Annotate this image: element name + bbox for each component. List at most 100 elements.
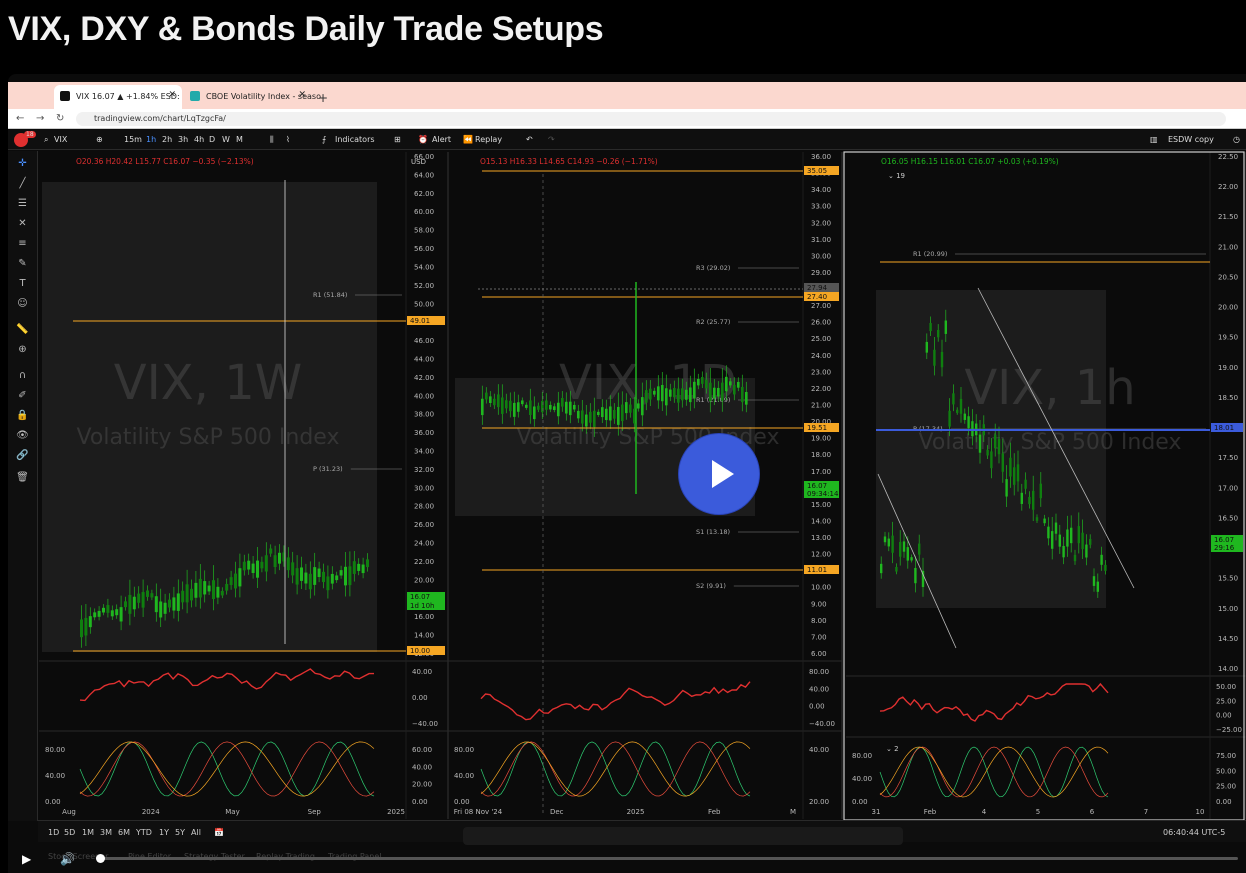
candle-body	[313, 567, 317, 585]
price-tick-label: 46.00	[414, 337, 434, 345]
progress-knob[interactable]	[96, 854, 105, 863]
range-1d[interactable]: 1D	[48, 828, 59, 837]
candle-body	[198, 578, 202, 598]
time-axis-label: 6	[1090, 808, 1095, 816]
candle-body	[918, 543, 921, 555]
oscillator-line	[79, 668, 374, 702]
price-tick-label: 30.00	[414, 484, 434, 492]
candle-body	[891, 535, 894, 553]
range-1m[interactable]: 1M	[82, 828, 94, 837]
progress-bar[interactable]	[98, 857, 1238, 860]
price-tick-label: 64.00	[414, 171, 434, 179]
candle-body	[1058, 534, 1061, 547]
stochastic-tick-label: 0.00	[454, 798, 470, 806]
candle-body	[352, 561, 356, 574]
candle-body	[645, 390, 648, 403]
price-tick-label: 7.00	[811, 633, 827, 641]
time-axis-label: Aug	[62, 808, 76, 816]
calendar-icon[interactable]: 📅	[214, 828, 224, 837]
oscillator-tick-label: 0.00	[809, 703, 825, 711]
candle-body	[929, 322, 932, 332]
time-axis-label: 2024	[142, 808, 160, 816]
price-tag-label: 10.00	[410, 647, 430, 655]
candle-body	[505, 400, 508, 409]
candle-body	[256, 560, 259, 578]
candle-body	[176, 593, 180, 611]
clock-readout[interactable]: 06:40:44 UTC-5	[1163, 828, 1225, 837]
price-tick-label: 20.50	[1218, 273, 1238, 281]
price-tag-label: 1d 10h	[410, 602, 434, 610]
time-axis-label: 10	[1196, 808, 1205, 816]
video-player[interactable]: VIX 16.07 ▲ +1.84% ESD: ✕ CBOE Volatilit…	[8, 74, 1246, 873]
range-1y[interactable]: 1Y	[159, 828, 169, 837]
play-button[interactable]	[679, 434, 759, 514]
price-tick-label: 24.00	[414, 540, 434, 548]
candle-body	[883, 536, 887, 543]
price-tag-label: 16.07	[410, 593, 430, 601]
price-tick-label: 15.00	[1218, 605, 1238, 613]
price-tick-label: 60.00	[414, 208, 434, 216]
candle-body	[971, 421, 974, 437]
time-axis-label: Dec	[550, 808, 564, 816]
range-5y[interactable]: 5Y	[175, 828, 185, 837]
charts-area[interactable]: VIX, 1W Volatility S&P 500 Index O20.36 H2…	[8, 74, 1246, 873]
candle-body	[581, 410, 584, 424]
candle-body	[339, 570, 343, 576]
stochastic-tick-label: 0.00	[852, 798, 868, 806]
range-ytd[interactable]: YTD	[136, 828, 152, 837]
range-all[interactable]: All	[191, 828, 201, 837]
ohlc-legend: O16.05 H16.15 L16.01 C16.07 +0.03 (+0.19…	[881, 157, 1059, 166]
candle-body	[163, 602, 167, 614]
price-tick-label: 24.00	[811, 352, 831, 360]
candle-body	[609, 406, 612, 421]
candle-body	[1089, 538, 1092, 545]
stochastic-tick-label: 80.00	[454, 746, 474, 754]
candle-body	[697, 378, 700, 386]
candle-body	[906, 547, 909, 561]
price-tick-label: 32.00	[811, 219, 831, 227]
candle-body	[497, 394, 500, 408]
price-tick-label: 34.00	[811, 186, 831, 194]
stochastic-tick-label: 40.00	[45, 772, 65, 780]
candle-body	[1054, 522, 1058, 534]
play-icon[interactable]: ▶	[22, 852, 36, 866]
price-tick-label: 18.00	[811, 451, 831, 459]
stochastic-tick-label: 20.00	[412, 781, 432, 789]
price-tick-label: 8.00	[811, 617, 827, 625]
candle-body	[1035, 517, 1039, 521]
price-tag-label: 18.01	[1214, 424, 1234, 432]
candle-body	[1001, 453, 1004, 472]
candle-body	[132, 596, 136, 610]
candle-body	[653, 390, 656, 395]
candle-body	[533, 406, 536, 420]
price-tag-label: 09:34:14	[807, 490, 839, 498]
price-tick-label: 26.00	[414, 521, 434, 529]
price-tick-label: 6.00	[811, 650, 827, 658]
candle-body	[260, 561, 264, 569]
candle-body	[264, 555, 268, 572]
volume-icon[interactable]: 🔊	[60, 852, 75, 866]
stochastic-tick-label: 20.00	[809, 798, 829, 806]
candle-body	[300, 567, 303, 581]
time-axis-label: Sep	[308, 808, 322, 816]
candle-body	[573, 404, 576, 410]
price-tick-label: 9.00	[811, 600, 827, 608]
candle-body	[577, 410, 580, 419]
stochastic-tick-label: 40.00	[809, 746, 829, 754]
candle-body	[1081, 532, 1084, 550]
range-5d[interactable]: 5D	[64, 828, 75, 837]
price-tick-label: 27.00	[811, 302, 831, 310]
range-6m[interactable]: 6M	[118, 828, 130, 837]
candle-body	[247, 560, 251, 570]
candle-body	[948, 410, 951, 427]
candle-body	[517, 402, 520, 412]
candle-body	[937, 329, 940, 338]
candle-body	[597, 411, 600, 416]
price-tick-label: 15.50	[1218, 575, 1238, 583]
stochastic-badge: ⌄ 2	[886, 745, 899, 753]
candle-body	[1016, 464, 1020, 482]
range-3m[interactable]: 3M	[100, 828, 112, 837]
candle-body	[681, 388, 684, 401]
price-tick-label: 31.00	[811, 236, 831, 244]
candle-body	[944, 320, 947, 334]
